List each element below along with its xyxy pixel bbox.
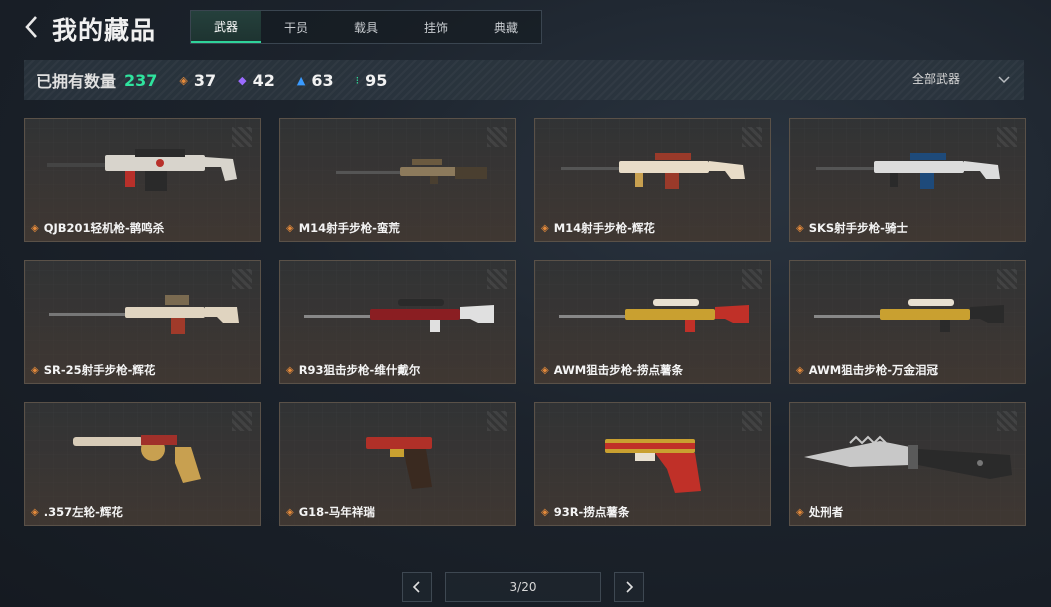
collection-item-card[interactable]: ◈ SR-25射手步枪-辉花 [24,260,261,384]
rarity-purple: ◆ 42 [238,71,275,90]
orange-gem-icon: ◈ [541,222,549,234]
weapon-image [304,299,494,332]
weapon-filter-dropdown[interactable]: 全部武器 [912,70,1010,87]
item-name: M14射手步枪-辉花 [553,221,655,235]
collection-item-card[interactable]: ◈ AWM狙击步枪-万金泪冠 [789,260,1026,384]
collection-item-card[interactable]: ◈ SKS射手步枪-骑士 [789,118,1026,242]
chevron-right-icon [626,581,634,593]
item-label: ◈ G18-马年祥瑞 [286,504,375,520]
item-label: ◈ SR-25射手步枪-辉花 [31,362,155,378]
weapon-image [814,299,1004,332]
orange-gem-icon: ◈ [31,364,39,376]
orange-gem-icon: ◈ [796,364,804,376]
weapon-image [47,149,237,191]
collection-item-card[interactable]: ◈ .357左轮-辉花 [24,402,261,526]
filter-label: 全部武器 [911,72,960,86]
orange-gem-icon: ◈ [286,506,294,518]
item-label: ◈ 处刑者 [796,504,843,520]
tab-operators[interactable]: 干员 [261,11,331,43]
item-label: ◈ QJB201轻机枪-鹊鸣杀 [31,220,164,236]
chevron-down-icon [998,75,1010,83]
item-label: ◈ M14射手步枪-辉花 [541,220,655,236]
back-button[interactable] [22,14,44,40]
weapon-image [605,439,701,493]
item-name: SR-25射手步枪-辉花 [43,363,156,377]
item-label: ◈ AWM狙击步枪-捞点薯条 [541,362,683,378]
collection-item-card[interactable]: ◈ M14射手步枪-蛮荒 [279,118,516,242]
item-label: ◈ .357左轮-辉花 [31,504,123,520]
stats-bar: 已拥有数量 237 ◈ 37 ◆ 42 ▲ 63 ⁝ 95 全部武器 [24,60,1024,100]
item-name: 处刑者 [808,505,844,519]
orange-gem-icon: ◈ [31,222,39,234]
category-tabs: 武器 干员 载具 挂饰 典藏 [190,10,542,44]
item-grid: ◈ QJB201轻机枪-鹊鸣杀 ◈ M14射手步枪-蛮荒 ◈ M14射手步枪-辉花 ◈… [24,118,1026,526]
item-label: ◈ 93R-捞点薯条 [541,504,629,520]
orange-gem-icon: ◈ [796,222,804,234]
item-name: M14射手步枪-蛮荒 [298,221,400,235]
item-name: G18-马年祥瑞 [298,505,375,519]
rarity-green: ⁝ 95 [356,71,388,90]
chevron-left-icon [412,581,420,593]
top-bar: 我的藏品 武器 干员 载具 挂饰 典藏 [0,0,1051,56]
item-name: AWM狙击步枪-万金泪冠 [808,363,938,377]
rarity-blue: ▲ 63 [297,71,334,90]
item-name: R93狙击步枪-维什戴尔 [298,363,421,377]
weapon-image [336,159,487,184]
page-indicator: 3/20 [445,572,601,602]
weapon-image [559,299,749,332]
orange-gem-icon: ◈ [541,364,549,376]
tab-collection[interactable]: 典藏 [471,11,541,43]
item-name: QJB201轻机枪-鹊鸣杀 [43,221,165,235]
orange-gem-icon: ◈ [286,364,294,376]
item-label: ◈ AWM狙击步枪-万金泪冠 [796,362,938,378]
next-page-button[interactable] [614,572,644,602]
orange-gem-icon: ◈ [179,73,188,87]
green-gem-icon: ⁝ [355,73,360,87]
orange-gem-icon: ◈ [796,506,804,518]
rarity-count: 63 [311,70,334,90]
collection-item-card[interactable]: ◈ 93R-捞点薯条 [534,402,771,526]
collection-item-card[interactable]: ◈ AWM狙击步枪-捞点薯条 [534,260,771,384]
item-label: ◈ R93狙击步枪-维什戴尔 [286,362,420,378]
weapon-image [816,153,1000,189]
owned-count: 237 [124,70,158,90]
item-name: AWM狙击步枪-捞点薯条 [553,363,683,377]
page-title: 我的藏品 [52,16,157,45]
weapon-image [561,153,745,189]
weapon-image [366,437,432,489]
collection-item-card[interactable]: ◈ M14射手步枪-辉花 [534,118,771,242]
owned-label: 已拥有数量 [36,72,117,91]
item-label: ◈ SKS射手步枪-骑士 [796,220,908,236]
collection-item-card[interactable]: ◈ R93狙击步枪-维什戴尔 [279,260,516,384]
orange-gem-icon: ◈ [31,506,39,518]
orange-gem-icon: ◈ [286,222,294,234]
collection-item-card[interactable]: ◈ 处刑者 [789,402,1026,526]
item-name: SKS射手步枪-骑士 [808,221,908,235]
prev-page-button[interactable] [402,572,432,602]
item-name: .357左轮-辉花 [43,505,123,519]
orange-gem-icon: ◈ [541,506,549,518]
tab-weapons[interactable]: 武器 [191,11,261,43]
tab-vehicles[interactable]: 载具 [331,11,401,43]
collection-item-card[interactable]: ◈ G18-马年祥瑞 [279,402,516,526]
chevron-left-icon [25,16,37,38]
rarity-orange: ◈ 37 [179,71,216,90]
purple-gem-icon: ◆ [238,73,247,87]
weapon-image [49,295,239,334]
rarity-count: 95 [365,70,388,90]
pagination: 3/20 [402,572,644,602]
item-label: ◈ M14射手步枪-蛮荒 [286,220,400,236]
weapon-image [73,435,201,483]
rarity-count: 42 [252,70,275,90]
collection-item-card[interactable]: ◈ QJB201轻机枪-鹊鸣杀 [24,118,261,242]
item-name: 93R-捞点薯条 [553,505,630,519]
knife-image [804,435,1012,479]
blue-gem-icon: ▲ [296,73,306,87]
tab-charms[interactable]: 挂饰 [401,11,471,43]
rarity-count: 37 [193,70,217,90]
